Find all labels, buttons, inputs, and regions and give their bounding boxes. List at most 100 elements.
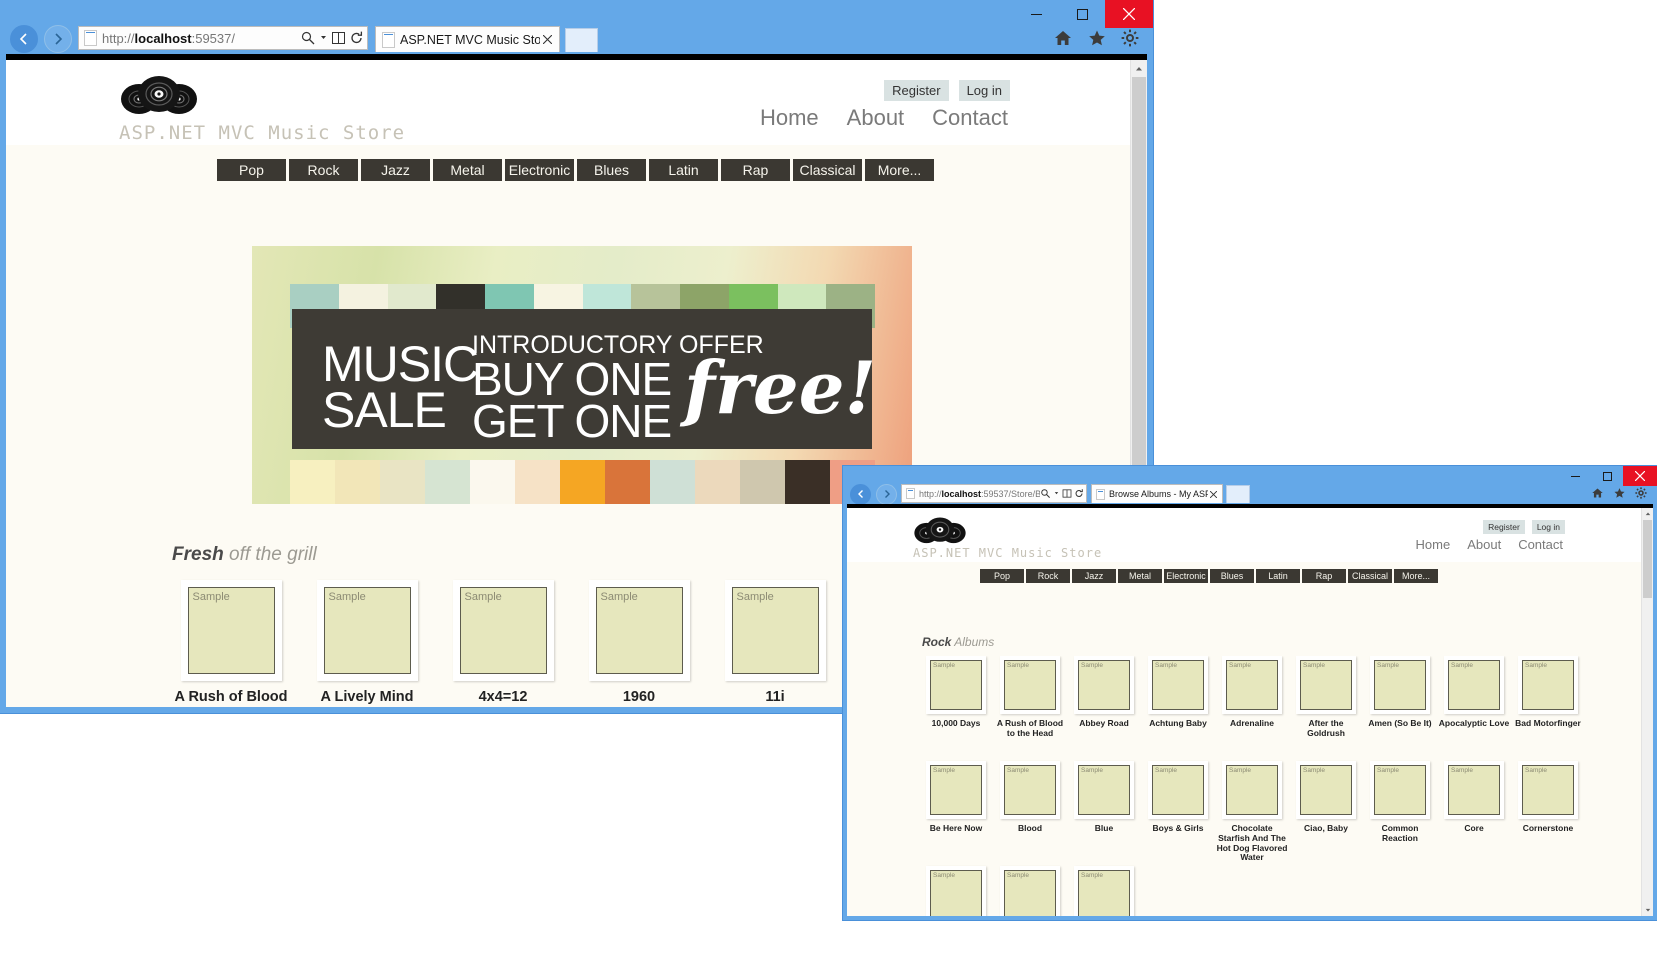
album-thumbnail[interactable]: Sample: [1370, 656, 1430, 714]
album-card[interactable]: Sample A Rush of Blood to the Head: [993, 656, 1067, 761]
genre-pop[interactable]: Pop: [980, 569, 1024, 583]
album-card[interactable]: Sample Blood: [993, 761, 1067, 866]
genre-nav-front[interactable]: Pop Rock Jazz Metal Electronic Blues Lat…: [980, 569, 1438, 583]
genre-blues[interactable]: Blues: [1210, 569, 1254, 583]
scroll-up-arrow[interactable]: [1131, 60, 1147, 77]
album-card[interactable]: Sample Deep End of Down: [993, 866, 1067, 916]
album-card[interactable]: Sample Cornerstone: [1511, 761, 1585, 866]
album-thumbnail[interactable]: Sample: [1074, 866, 1134, 916]
maximize-button[interactable]: [1591, 466, 1623, 486]
album-title[interactable]: Abbey Road: [1079, 718, 1129, 729]
album-title[interactable]: Be Here Now: [930, 823, 982, 834]
album-thumbnail[interactable]: Sample: [926, 656, 986, 714]
album-thumbnail[interactable]: Sample: [1000, 761, 1060, 819]
close-button[interactable]: [1623, 466, 1657, 486]
genre-rap[interactable]: Rap: [721, 159, 790, 181]
nav-contact[interactable]: Contact: [1518, 537, 1563, 552]
genre-classical[interactable]: Classical: [793, 159, 862, 181]
back-button[interactable]: [850, 483, 871, 505]
genre-more[interactable]: More...: [865, 159, 934, 181]
album-title[interactable]: Common Reaction: [1363, 823, 1437, 844]
vertical-scrollbar-front[interactable]: [1641, 508, 1653, 916]
album-thumbnail[interactable]: Sample: [1370, 761, 1430, 819]
toolbar-icons-back[interactable]: [1053, 26, 1139, 50]
album-thumbnail[interactable]: Sample: [724, 580, 826, 681]
album-thumbnail[interactable]: Sample: [1444, 761, 1504, 819]
album-title[interactable]: Blood: [1018, 823, 1042, 834]
album-thumbnail[interactable]: Sample: [1148, 761, 1208, 819]
genre-electronic[interactable]: Electronic: [505, 159, 574, 181]
address-bar-front[interactable]: http://localhost:59537/Store/Browse?Gen: [901, 484, 1087, 503]
minimize-button[interactable]: [1013, 0, 1059, 28]
album-title[interactable]: Bad Motorfinger: [1515, 718, 1581, 729]
album-title[interactable]: 1960: [623, 689, 655, 706]
browser-tab-front[interactable]: Browse Albums - My ASP.N...: [1091, 484, 1223, 503]
scrollbar-thumb[interactable]: [1643, 520, 1652, 598]
address-bar-back[interactable]: http://localhost:59537/: [78, 26, 368, 50]
forward-button[interactable]: [44, 25, 72, 53]
register-link[interactable]: Register: [1483, 520, 1525, 534]
album-thumbnail[interactable]: Sample: [588, 580, 690, 681]
address-bar-icons[interactable]: [300, 30, 364, 46]
genre-metal[interactable]: Metal: [1118, 569, 1162, 583]
album-thumbnail[interactable]: Sample: [926, 866, 986, 916]
genre-blues[interactable]: Blues: [577, 159, 646, 181]
genre-latin[interactable]: Latin: [649, 159, 718, 181]
genre-rap[interactable]: Rap: [1302, 569, 1346, 583]
genre-metal[interactable]: Metal: [433, 159, 502, 181]
album-title[interactable]: A Rush of Blood to the Head: [172, 689, 290, 707]
album-thumbnail[interactable]: Sample: [180, 580, 282, 681]
genre-more[interactable]: More...: [1394, 569, 1438, 583]
main-nav-front[interactable]: Home About Contact: [1399, 537, 1563, 552]
album-thumbnail[interactable]: Sample: [316, 580, 418, 681]
album-title[interactable]: Cornerstone: [1523, 823, 1574, 834]
album-card[interactable]: Sample 11i: [716, 580, 834, 707]
album-title[interactable]: Achtung Baby: [1149, 718, 1207, 729]
album-thumbnail[interactable]: Sample: [1444, 656, 1504, 714]
scrollbar-thumb[interactable]: [1132, 77, 1146, 467]
album-card[interactable]: Sample Core: [1437, 761, 1511, 866]
album-card[interactable]: Sample Abbey Road: [1067, 656, 1141, 761]
toolbar-icons-front[interactable]: [1591, 484, 1647, 502]
album-card[interactable]: Sample Blue: [1067, 761, 1141, 866]
album-thumbnail[interactable]: Sample: [1518, 656, 1578, 714]
album-title[interactable]: Boys & Girls: [1152, 823, 1203, 834]
album-card[interactable]: Sample After the Goldrush: [1289, 656, 1363, 761]
genre-rock[interactable]: Rock: [1026, 569, 1070, 583]
nav-home[interactable]: Home: [760, 105, 819, 131]
album-title[interactable]: 4x4=12: [479, 689, 528, 706]
genre-pop[interactable]: Pop: [217, 159, 286, 181]
tab-close-icon[interactable]: [1208, 485, 1219, 503]
album-title[interactable]: A Rush of Blood to the Head: [993, 718, 1067, 739]
genre-classical[interactable]: Classical: [1348, 569, 1392, 583]
album-title[interactable]: Amen (So Be It): [1368, 718, 1431, 729]
album-title[interactable]: 11i: [765, 689, 784, 706]
browser-tab-back[interactable]: ASP.NET MVC Music Store ...: [375, 26, 560, 52]
album-card[interactable]: Sample Deja Vu: [1067, 866, 1141, 916]
album-thumbnail[interactable]: Sample: [1296, 656, 1356, 714]
genre-jazz[interactable]: Jazz: [1072, 569, 1116, 583]
register-link[interactable]: Register: [884, 80, 949, 101]
album-card[interactable]: Sample Ciao, Baby: [1289, 761, 1363, 866]
album-card[interactable]: Sample Adrenaline: [1215, 656, 1289, 761]
album-card[interactable]: Sample A Rush of Blood to the Head: [172, 580, 290, 707]
album-thumbnail[interactable]: Sample: [1000, 656, 1060, 714]
genre-jazz[interactable]: Jazz: [361, 159, 430, 181]
album-card[interactable]: Sample Achtung Baby: [1141, 656, 1215, 761]
scroll-down-arrow[interactable]: [1642, 904, 1653, 916]
album-card[interactable]: Sample Bad Motorfinger: [1511, 656, 1585, 761]
window-controls-front[interactable]: [1559, 466, 1657, 486]
album-title[interactable]: Ciao, Baby: [1304, 823, 1348, 834]
browser-window-front[interactable]: http://localhost:59537/Store/Browse?Gen …: [843, 466, 1657, 920]
new-tab-button[interactable]: [1226, 485, 1250, 503]
main-nav-back[interactable]: Home About Contact: [732, 105, 1008, 131]
genre-latin[interactable]: Latin: [1256, 569, 1300, 583]
album-title[interactable]: Apocalyptic Love: [1439, 718, 1509, 729]
album-title[interactable]: Blue: [1095, 823, 1113, 834]
album-card[interactable]: Sample Chocolate Starfish And The Hot Do…: [1215, 761, 1289, 866]
new-tab-button[interactable]: [565, 28, 598, 52]
album-card[interactable]: Sample 10,000 Days: [919, 656, 993, 761]
album-thumbnail[interactable]: Sample: [452, 580, 554, 681]
minimize-button[interactable]: [1559, 466, 1591, 486]
genre-nav-back[interactable]: Pop Rock Jazz Metal Electronic Blues Lat…: [217, 159, 934, 181]
